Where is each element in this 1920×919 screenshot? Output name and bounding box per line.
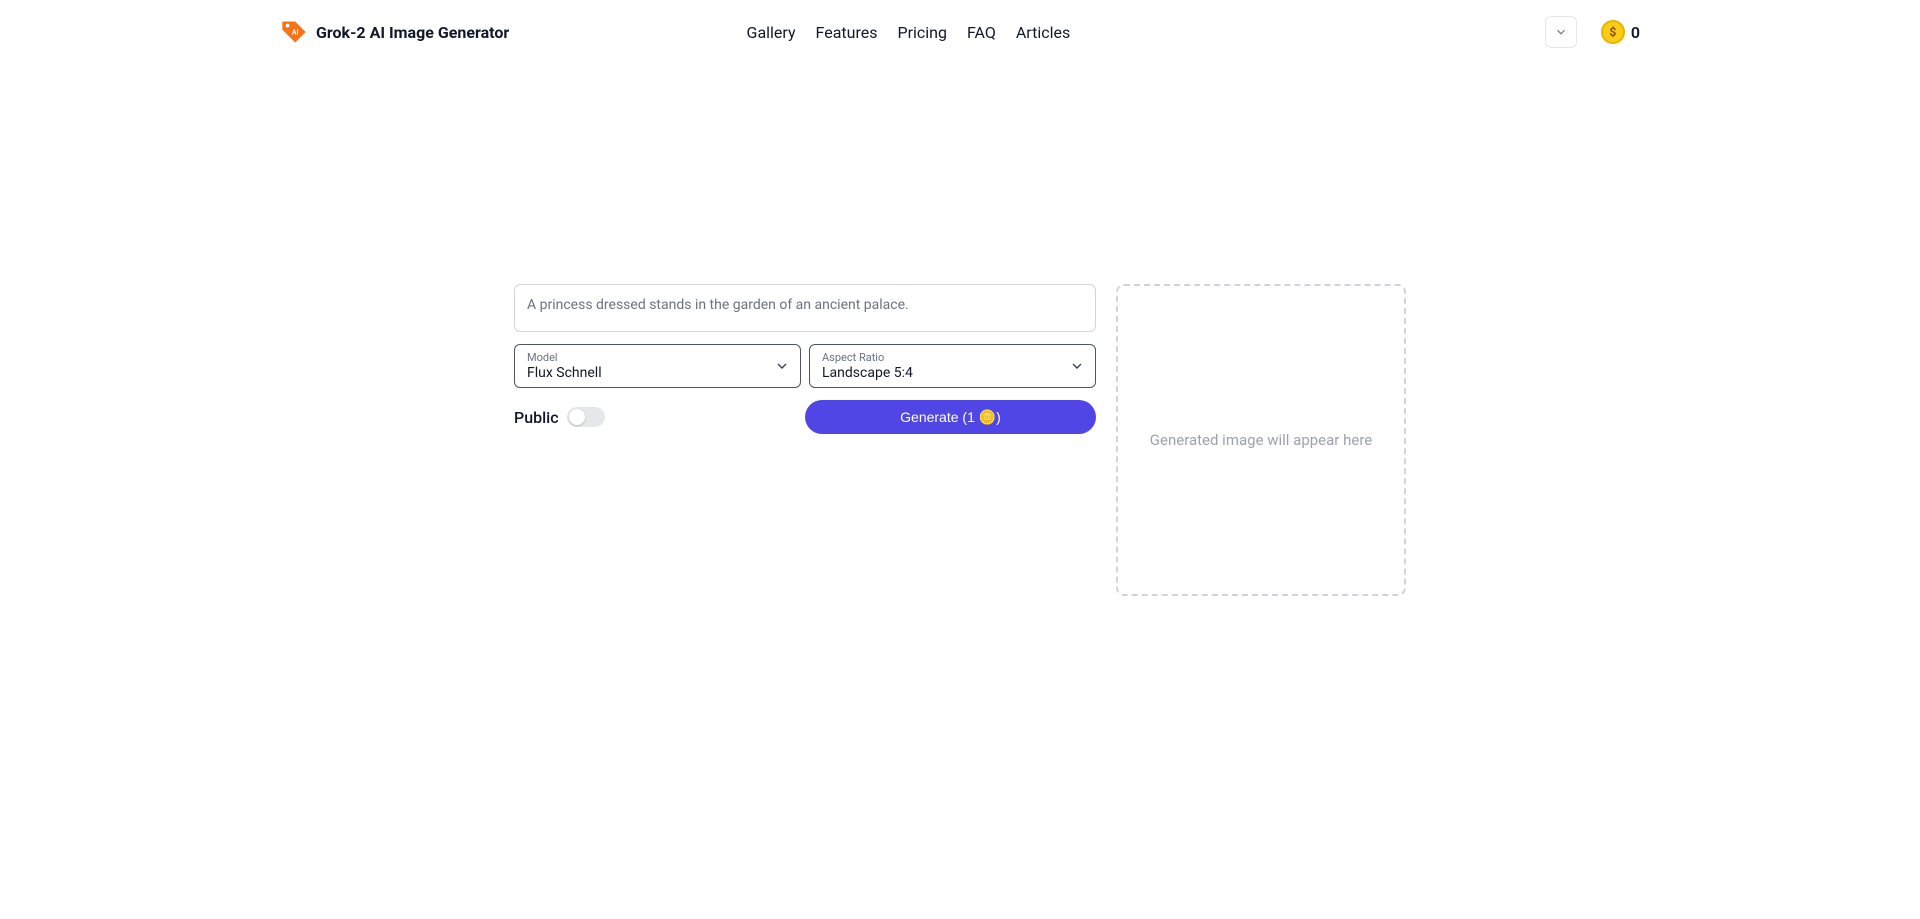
model-select[interactable]: Model Flux Schnell xyxy=(514,344,801,388)
preview-placeholder-text: Generated image will appear here xyxy=(1150,431,1372,449)
generator-panel: Model Flux Schnell Aspect Ratio Landscap… xyxy=(514,284,1406,596)
model-select-label: Model xyxy=(527,351,764,364)
brand-title: Grok-2 AI Image Generator xyxy=(316,23,509,42)
header: AI Grok-2 AI Image Generator Gallery Fea… xyxy=(0,0,1920,64)
coin-icon: $ xyxy=(1601,20,1625,44)
public-toggle-label: Public xyxy=(514,408,559,427)
language-dropdown-button[interactable] xyxy=(1545,16,1577,48)
chevron-down-icon xyxy=(1554,25,1568,39)
top-nav: Gallery Features Pricing FAQ Articles xyxy=(747,23,1071,42)
public-toggle-group: Public xyxy=(514,407,805,427)
header-right: $ 0 xyxy=(1545,16,1640,48)
svg-text:AI: AI xyxy=(292,28,299,36)
chevron-down-icon xyxy=(1069,358,1085,374)
public-toggle[interactable] xyxy=(567,407,605,427)
tag-icon: AI xyxy=(280,18,308,46)
nav-articles[interactable]: Articles xyxy=(1016,23,1070,42)
aspect-ratio-select-label: Aspect Ratio xyxy=(822,351,1059,364)
image-preview-area: Generated image will appear here xyxy=(1116,284,1406,596)
credits-value: 0 xyxy=(1631,23,1640,42)
nav-pricing[interactable]: Pricing xyxy=(897,23,947,42)
bottom-row: Public Generate (1 🪙) xyxy=(514,400,1096,434)
generate-button[interactable]: Generate (1 🪙) xyxy=(805,400,1096,434)
controls-column: Model Flux Schnell Aspect Ratio Landscap… xyxy=(514,284,1096,434)
credits-display[interactable]: $ 0 xyxy=(1601,20,1640,44)
prompt-input[interactable] xyxy=(514,284,1096,332)
nav-faq[interactable]: FAQ xyxy=(967,23,996,42)
aspect-ratio-select[interactable]: Aspect Ratio Landscape 5:4 xyxy=(809,344,1096,388)
model-select-value: Flux Schnell xyxy=(527,365,764,381)
aspect-ratio-select-value: Landscape 5:4 xyxy=(822,365,1059,381)
nav-gallery[interactable]: Gallery xyxy=(747,23,796,42)
chevron-down-icon xyxy=(774,358,790,374)
nav-features[interactable]: Features xyxy=(816,23,878,42)
brand[interactable]: AI Grok-2 AI Image Generator xyxy=(280,18,509,46)
selects-row: Model Flux Schnell Aspect Ratio Landscap… xyxy=(514,344,1096,388)
